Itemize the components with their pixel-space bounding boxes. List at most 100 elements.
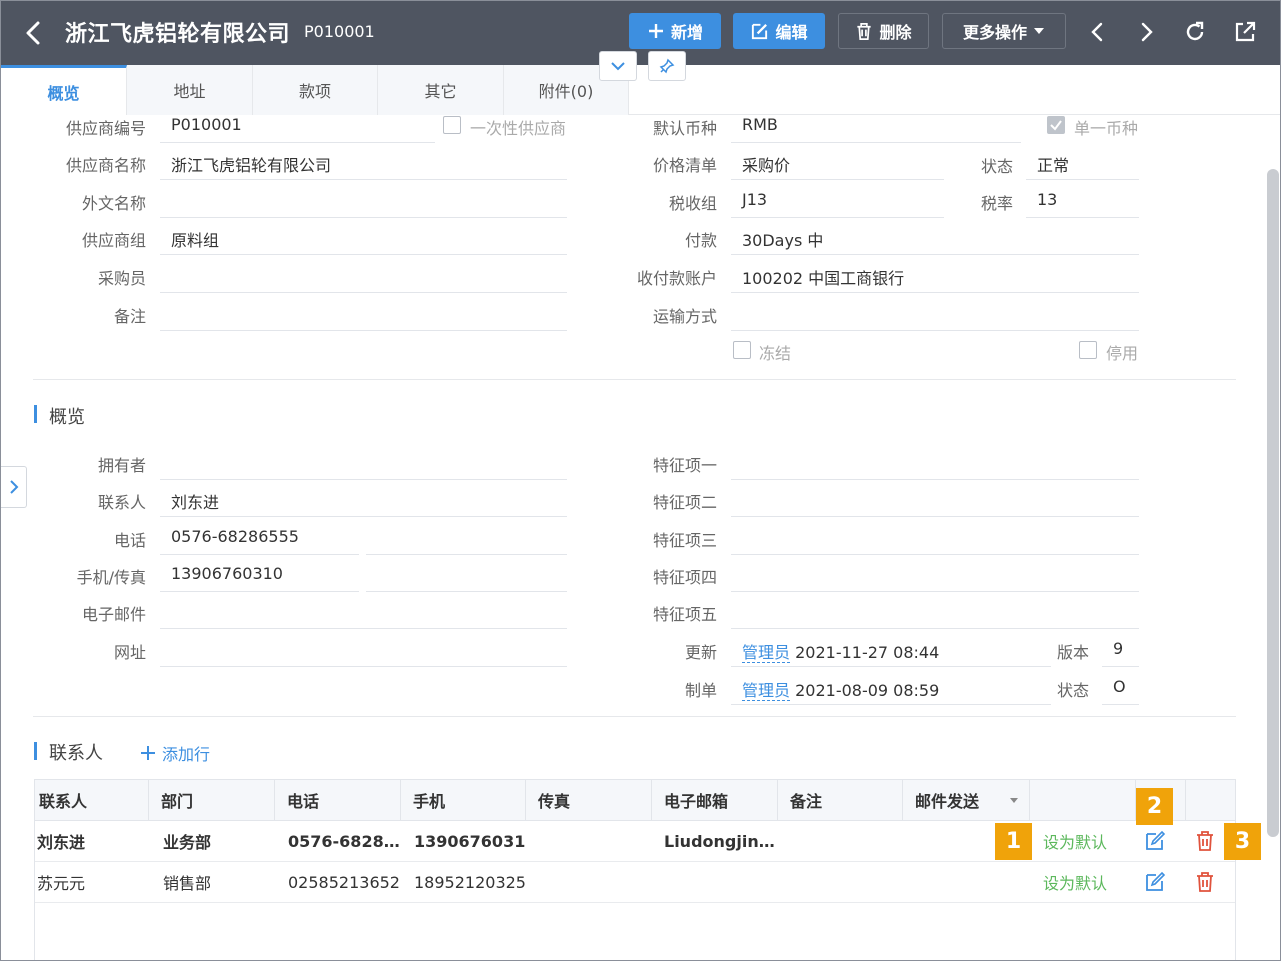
- contact-label: 联系人: [97, 493, 146, 512]
- col-header-actions: [1030, 780, 1136, 820]
- back-button[interactable]: [15, 15, 51, 51]
- status-label: 状态: [980, 157, 1013, 176]
- feature3-label: 特征项三: [652, 531, 717, 550]
- caret-down-icon: [1034, 28, 1044, 34]
- annotation-badge-1: 1: [995, 823, 1032, 860]
- supplier-name-value[interactable]: 浙江飞虎铝轮有限公司: [171, 152, 331, 176]
- doc-status-underline: [1102, 704, 1139, 705]
- tax-rate-value[interactable]: 13: [1037, 190, 1057, 209]
- account-underline: [731, 292, 1139, 293]
- supplier-group-value[interactable]: 原料组: [171, 227, 219, 251]
- page-title: 浙江飞虎铝轮有限公司: [65, 22, 291, 47]
- open-window-button[interactable]: [1228, 15, 1262, 49]
- collapse-header-button[interactable]: [599, 51, 637, 81]
- prev-record-button[interactable]: [1081, 15, 1115, 49]
- tab-other[interactable]: 其它: [378, 65, 504, 115]
- onetime-supplier-checkbox[interactable]: [443, 116, 461, 134]
- single-currency-label: 单一币种: [1074, 119, 1139, 138]
- tax-rate-underline: [1026, 217, 1139, 218]
- set-default-button[interactable]: 设为默认: [1043, 862, 1107, 902]
- vertical-scrollbar[interactable]: [1267, 169, 1279, 837]
- table-row[interactable]: 刘东进 业务部 0576-6828… 13906760310 Liudongji…: [35, 821, 1235, 862]
- mobile-value[interactable]: 13906760310: [171, 564, 283, 583]
- edit-icon[interactable]: [1143, 870, 1167, 894]
- feature5-underline[interactable]: [731, 628, 1139, 629]
- supplier-no-value[interactable]: P010001: [171, 115, 242, 134]
- shipping-label: 运输方式: [652, 307, 717, 326]
- frozen-checkbox[interactable]: [733, 341, 751, 359]
- cell-phone: 0576-6828…: [288, 831, 400, 851]
- tab-payment[interactable]: 款项: [253, 65, 378, 115]
- caret-down-icon[interactable]: [1009, 797, 1019, 804]
- col-header-mobile[interactable]: 手机: [401, 780, 526, 820]
- trash-icon[interactable]: [1193, 829, 1217, 853]
- tab-overview[interactable]: 概览: [1, 65, 127, 115]
- phone-ext-underline[interactable]: [366, 554, 567, 555]
- contacts-table: 联系人 部门 电话 手机 传真 电子邮箱 备注 邮件发送 刘东进 业务部 057…: [34, 779, 1236, 960]
- feature2-underline[interactable]: [731, 516, 1139, 517]
- doc-status-value: O: [1113, 677, 1126, 696]
- chevron-right-icon: [9, 480, 18, 494]
- edit-button[interactable]: 编辑: [733, 13, 825, 49]
- chevron-down-icon: [611, 62, 625, 71]
- created-by-link[interactable]: 管理员: [742, 681, 791, 701]
- col-header-note[interactable]: 备注: [778, 780, 903, 820]
- section-divider: [33, 379, 1236, 380]
- single-currency-checkbox[interactable]: [1047, 116, 1065, 134]
- disabled-checkbox[interactable]: [1079, 341, 1097, 359]
- price-list-value[interactable]: 采购价: [742, 152, 790, 176]
- tax-group-value[interactable]: J13: [742, 190, 767, 209]
- version-value: 9: [1113, 639, 1124, 658]
- add-button[interactable]: 新增: [629, 13, 721, 49]
- more-actions-dropdown[interactable]: 更多操作: [942, 13, 1066, 49]
- tax-group-label: 税收组: [668, 194, 717, 213]
- pin-icon: [659, 58, 675, 74]
- col-header-email-send[interactable]: 邮件发送: [903, 780, 1030, 820]
- edit-icon[interactable]: [1143, 829, 1167, 853]
- delete-button[interactable]: 删除: [838, 13, 929, 49]
- created-value: 管理员 2021-08-09 08:59: [742, 677, 939, 701]
- foreign-name-label: 外文名称: [81, 194, 146, 213]
- trash-icon[interactable]: [1193, 870, 1217, 894]
- col-header-department[interactable]: 部门: [149, 780, 275, 820]
- updated-label: 更新: [684, 643, 717, 662]
- phone-value[interactable]: 0576-68286555: [171, 527, 299, 546]
- annotation-badge-3: 3: [1224, 823, 1261, 860]
- pin-header-button[interactable]: [648, 51, 686, 81]
- cell-phone: 02585213652: [288, 872, 400, 892]
- add-row-button[interactable]: 添加行: [139, 741, 210, 765]
- chevron-right-icon: [1141, 22, 1153, 42]
- external-link-icon: [1235, 21, 1256, 42]
- edit-icon: [752, 23, 768, 39]
- feature4-underline[interactable]: [731, 591, 1139, 592]
- status-value[interactable]: 正常: [1037, 152, 1069, 176]
- col-header-contact[interactable]: 联系人: [35, 780, 149, 820]
- tab-address[interactable]: 地址: [127, 65, 253, 115]
- updated-by-link[interactable]: 管理员: [742, 643, 791, 663]
- account-value[interactable]: 100202 中国工商银行: [742, 265, 904, 289]
- set-default-button[interactable]: 设为默认: [1043, 821, 1107, 861]
- col-header-fax[interactable]: 传真: [526, 780, 652, 820]
- payment-value[interactable]: 30Days 中: [742, 227, 823, 251]
- fax-underline[interactable]: [366, 591, 567, 592]
- contact-value[interactable]: 刘东进: [171, 489, 219, 513]
- feature1-underline[interactable]: [731, 479, 1139, 480]
- feature3-underline[interactable]: [731, 554, 1139, 555]
- section-marker: [34, 405, 37, 423]
- frozen-label: 冻结: [759, 344, 792, 363]
- col-header-email[interactable]: 电子邮箱: [652, 780, 778, 820]
- refresh-button[interactable]: [1178, 15, 1212, 49]
- supplier-name-label: 供应商名称: [65, 156, 146, 175]
- version-underline: [1102, 666, 1139, 667]
- next-record-button[interactable]: [1129, 15, 1163, 49]
- shipping-underline: [731, 330, 1139, 331]
- table-row[interactable]: 苏元元 销售部 02585213652 18952120325 设为默认: [35, 862, 1235, 903]
- col-header-delete: [1186, 780, 1235, 820]
- cell-note: [788, 821, 902, 861]
- side-panel-toggle[interactable]: [1, 466, 27, 508]
- payment-underline: [731, 254, 1139, 255]
- currency-value[interactable]: RMB: [742, 115, 778, 134]
- plus-icon: [141, 746, 155, 760]
- col-header-phone[interactable]: 电话: [275, 780, 401, 820]
- tax-group-underline: [731, 217, 944, 218]
